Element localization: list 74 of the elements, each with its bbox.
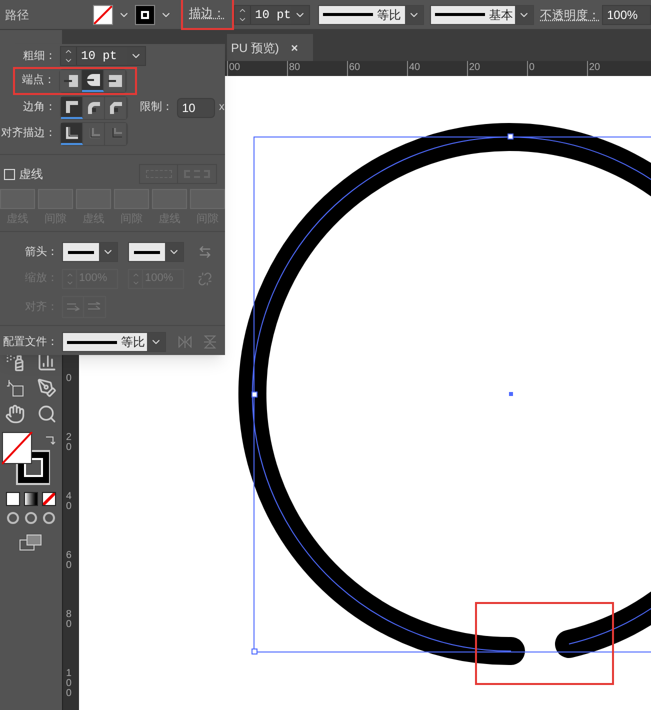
arrowhead-label: 箭头： [24, 244, 58, 260]
profile-dropdown[interactable]: 等比 [318, 4, 424, 24]
line-icon [435, 13, 485, 16]
anchor-point[interactable] [508, 134, 514, 140]
center-point [509, 392, 513, 396]
segment-button[interactable] [60, 70, 82, 92]
dropdown-button[interactable] [147, 333, 165, 352]
shape-icon[interactable] [5, 378, 25, 398]
object-type-label: 路径 [5, 6, 30, 24]
gradient-swatch[interactable] [24, 492, 38, 506]
align-stroke-icon [64, 126, 78, 140]
align-stroke-label: 对齐描边： [0, 126, 56, 142]
document-tab[interactable]: PU 预览) × [227, 34, 313, 61]
line-icon [323, 13, 373, 16]
cap-icon [64, 74, 78, 88]
hand-icon[interactable] [5, 404, 25, 424]
search-icon[interactable] [37, 404, 57, 424]
arrowhead-dropdown[interactable] [62, 242, 118, 262]
none-swatch[interactable] [42, 492, 56, 506]
weight-label: 粗细： [22, 48, 56, 64]
line-icon [68, 250, 94, 254]
draw-mode-icon[interactable] [25, 512, 37, 524]
dashed-checkbox[interactable] [4, 168, 15, 180]
bar-chart-icon[interactable] [37, 352, 57, 372]
cap-icon [86, 72, 100, 87]
segment-button[interactable] [82, 70, 104, 92]
profile-dropdown[interactable]: 等比 [62, 332, 166, 352]
dashed-label: 虚线 [19, 166, 43, 184]
segment-button[interactable] [61, 96, 83, 119]
opacity-link[interactable]: 不透明度： [540, 6, 600, 24]
corner-icon [64, 100, 78, 114]
corner-icon [86, 100, 100, 115]
anchor-point[interactable] [252, 648, 258, 654]
arrowhead-dropdown[interactable] [128, 242, 184, 262]
corner-label: 边角： [22, 100, 56, 116]
segment-button[interactable] [61, 122, 83, 145]
line-icon [67, 340, 117, 344]
swap-icon[interactable] [44, 434, 56, 446]
stroke-swatch[interactable] [135, 4, 155, 24]
limit-label: 限制： [140, 100, 173, 116]
brush-dropdown[interactable]: 基本 [430, 4, 534, 24]
fill-stroke-swatch-icon[interactable] [2, 432, 50, 486]
none-icon [94, 6, 112, 24]
cap-icon [108, 74, 122, 88]
pen-icon[interactable] [37, 378, 57, 398]
ruler-label: 100 [66, 669, 73, 701]
fill-swatch[interactable] [93, 4, 113, 24]
color-mode-swatch[interactable] [6, 492, 20, 506]
ruler-label: 40 [66, 492, 73, 514]
dropdown-button[interactable] [515, 6, 533, 24]
dropdown-button[interactable] [165, 243, 183, 262]
stroke-panel-link[interactable]: 描边： [189, 4, 225, 22]
ruler-label: 60 [66, 551, 73, 573]
dropdown-button[interactable] [405, 6, 423, 24]
dash-field[interactable] [190, 188, 225, 209]
stroke-weight-field[interactable]: 10 pt [234, 4, 310, 24]
opacity-field[interactable]: 100% [602, 4, 651, 24]
none-icon [43, 493, 55, 505]
profile-label: 配置文件： [2, 334, 58, 350]
ruler-label: 20 [66, 433, 73, 455]
anchor-point[interactable] [252, 392, 258, 398]
ruler-label: 80 [66, 610, 73, 632]
close-button[interactable]: × [291, 38, 298, 56]
weight-field[interactable]: 10 pt [60, 46, 146, 66]
dropdown-button[interactable] [99, 243, 117, 262]
line-icon [134, 250, 160, 254]
draw-mode-icon[interactable] [43, 512, 55, 524]
draw-mode-icon[interactable] [7, 512, 19, 524]
ruler-label: 0 [66, 374, 73, 386]
cap-label: 端点： [21, 72, 55, 88]
screen-mode-icon[interactable] [19, 534, 43, 552]
corner-icon [108, 100, 122, 115]
limit-unit: x [219, 100, 224, 116]
limit-field[interactable]: 10 [177, 98, 215, 118]
